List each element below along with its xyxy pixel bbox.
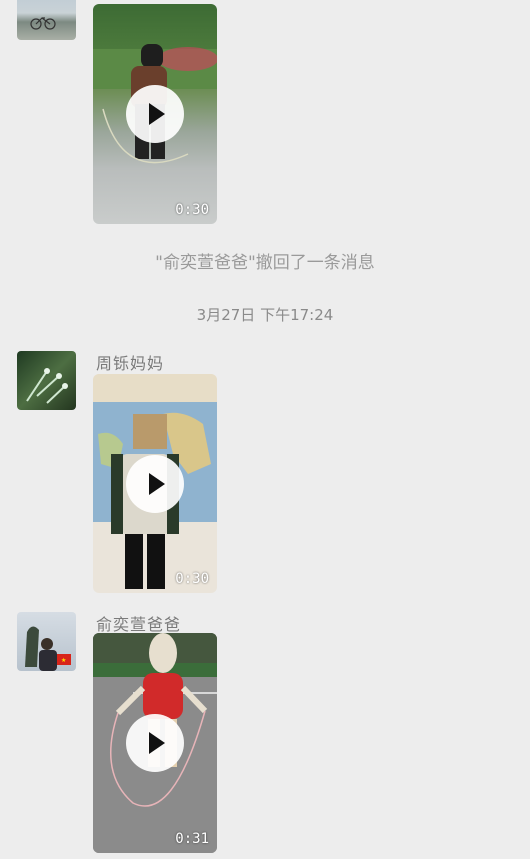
play-icon[interactable]: [126, 714, 184, 772]
avatar[interactable]: [17, 0, 76, 40]
timestamp: 3月27日 下午17:24: [196, 306, 334, 324]
svg-text:★: ★: [61, 657, 66, 664]
sender-name: 周铄妈妈: [96, 354, 165, 373]
person-avatar-image: ★: [25, 626, 71, 671]
avatar[interactable]: ★: [17, 612, 76, 671]
avatar[interactable]: [17, 351, 76, 410]
video-duration: 0:31: [175, 831, 209, 847]
play-icon[interactable]: [126, 85, 184, 143]
video-duration: 0:30: [175, 571, 209, 587]
recall-notice: "俞奕萱爸爸"撤回了一条消息: [155, 253, 375, 273]
flower-avatar-image: [26, 368, 68, 404]
play-icon[interactable]: [126, 454, 184, 513]
video-message[interactable]: 0:30: [93, 374, 217, 593]
bicycle-icon: [30, 17, 56, 30]
video-message[interactable]: 0:31: [93, 633, 217, 853]
video-message[interactable]: 0:30: [93, 4, 217, 224]
video-duration: 0:30: [175, 202, 209, 218]
sender-name: 俞奕萱爸爸: [96, 615, 182, 634]
